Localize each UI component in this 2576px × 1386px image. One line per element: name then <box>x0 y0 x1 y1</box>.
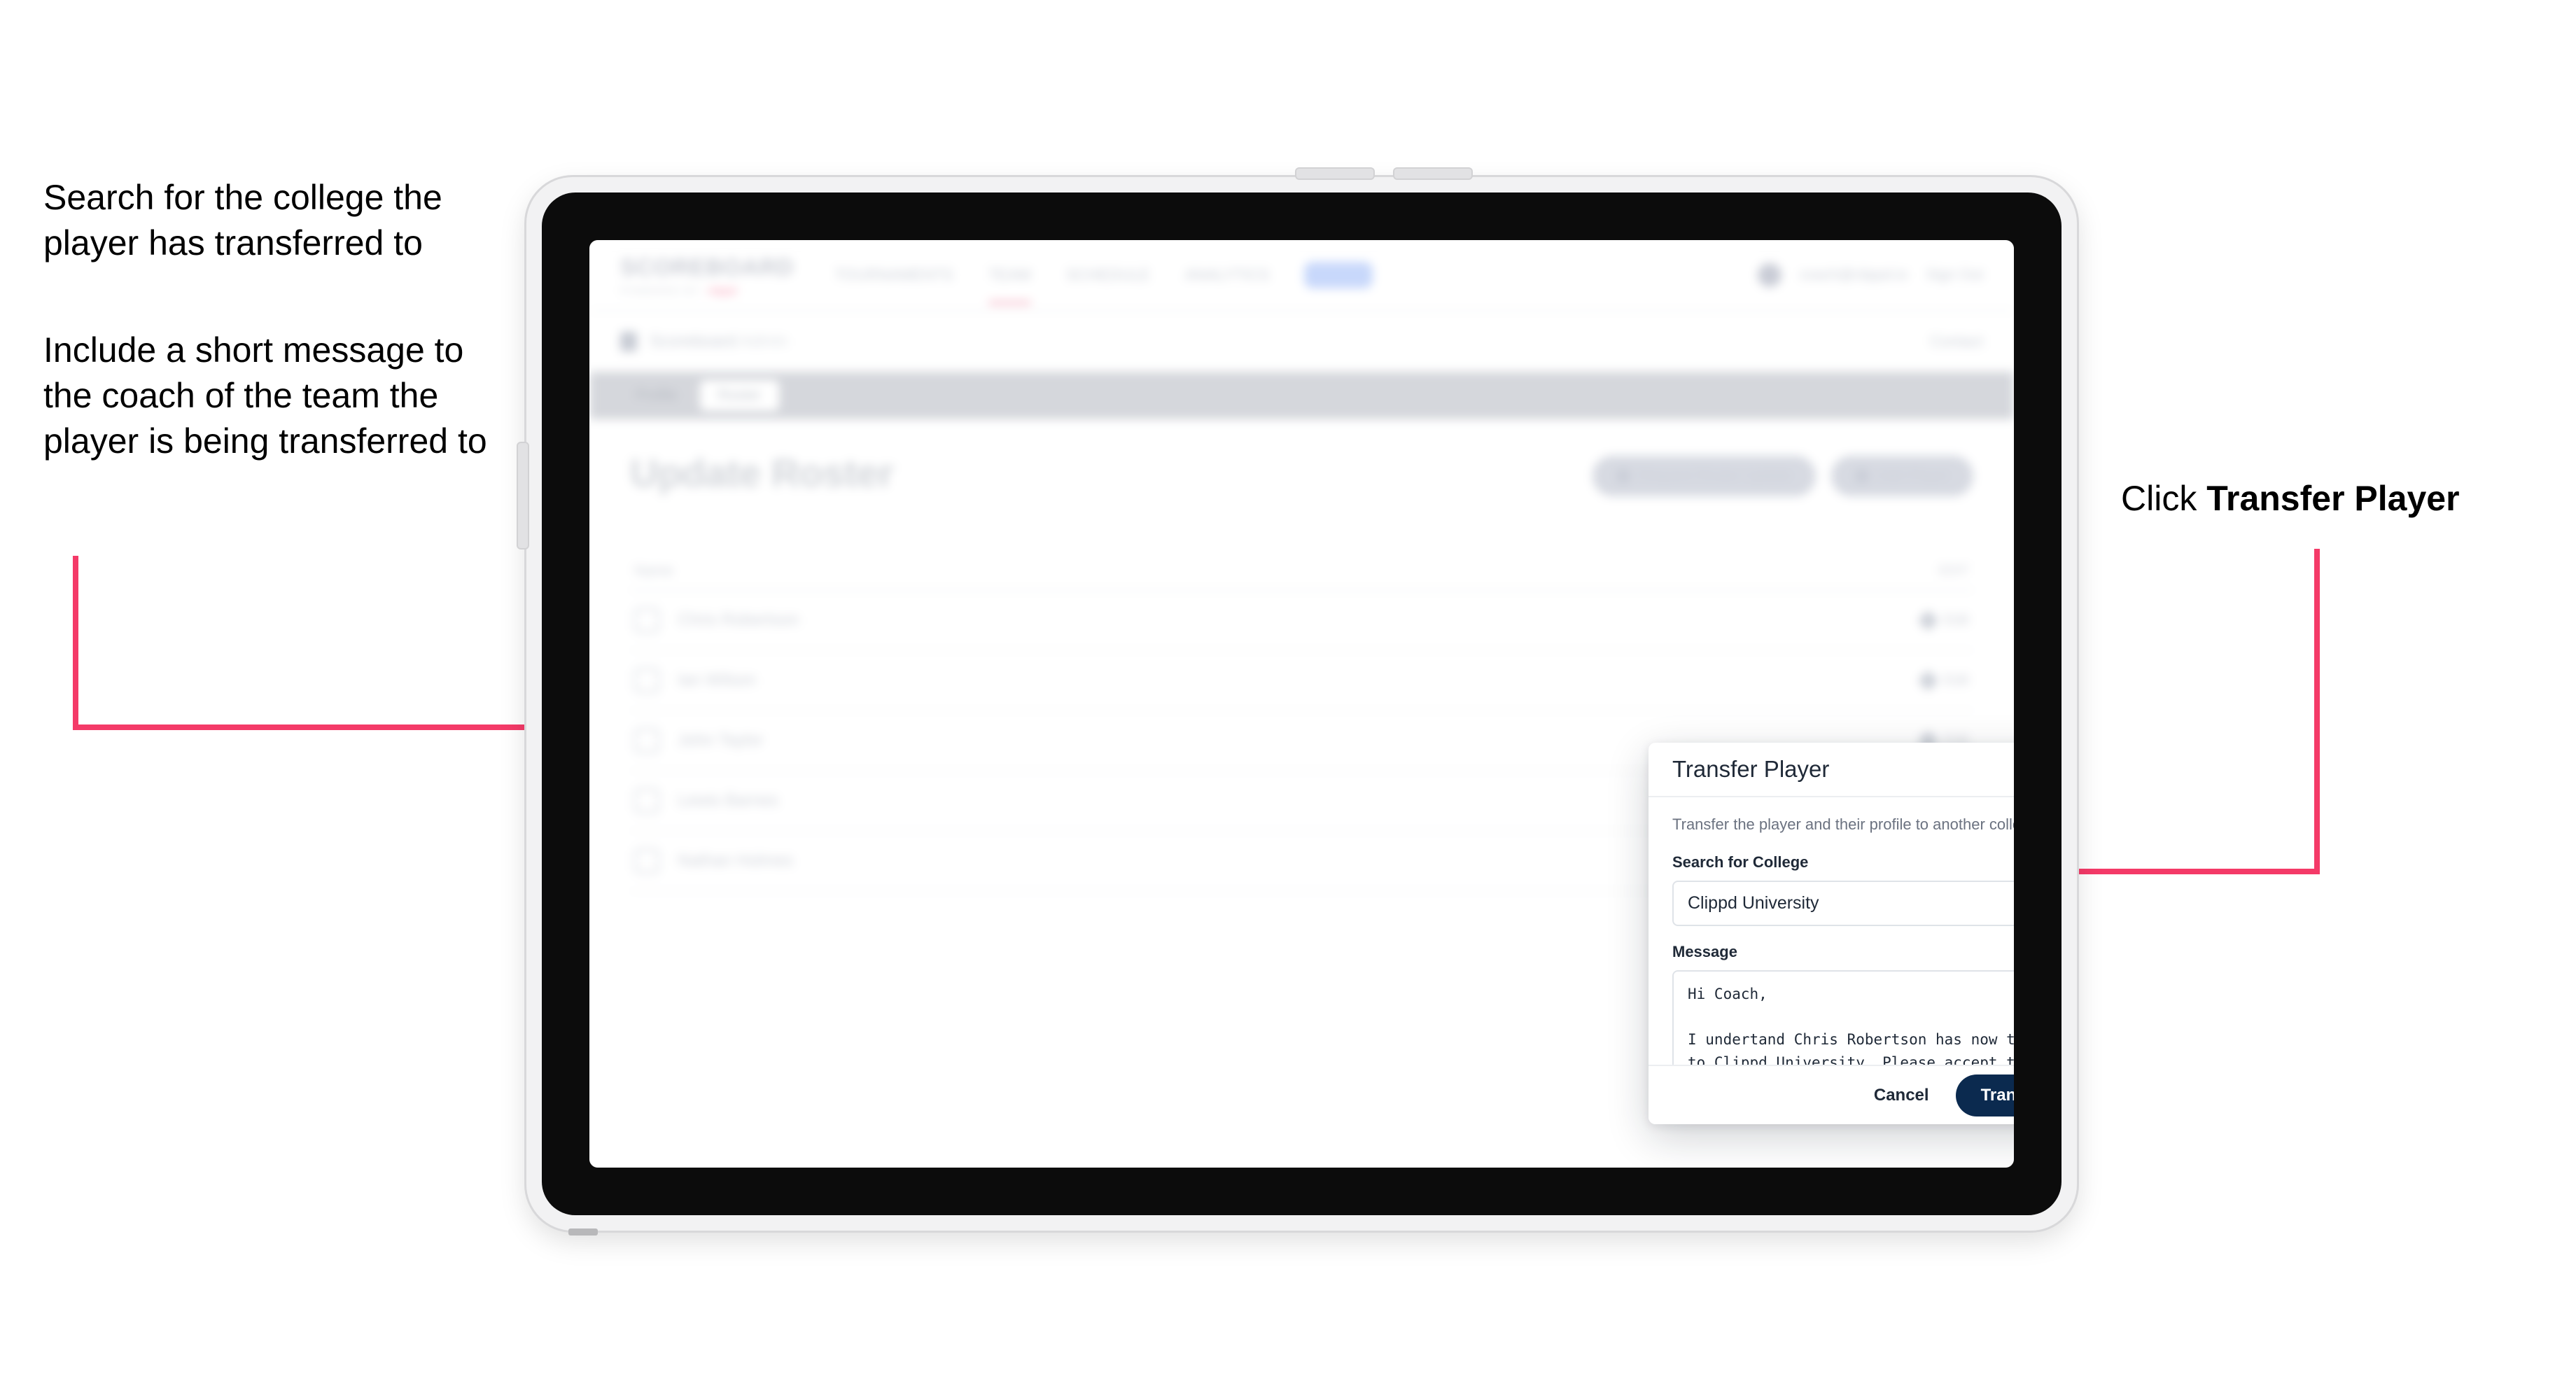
device-bottom-notch <box>568 1228 598 1236</box>
nav-item-analytics[interactable]: ANALYTICS <box>1185 266 1270 284</box>
device-screen: SCOREBOARD POWERED BY clippd TOURNAMENTS… <box>589 240 2014 1168</box>
tab-profile[interactable]: Profile <box>617 380 696 411</box>
annotation-include-message: Include a short message to the coach of … <box>43 330 487 461</box>
nav-item-beta-badge[interactable]: BETA <box>1304 262 1373 288</box>
cancel-button[interactable]: Cancel <box>1867 1080 1936 1111</box>
row-checkbox[interactable] <box>634 848 659 874</box>
topnav-right-group: coach@clippd.io Sign Out <box>1757 263 1983 287</box>
logo-powered-by: POWERED BY <box>620 285 701 296</box>
annotation-search-college: Search for the college the player has tr… <box>43 178 442 262</box>
volume-up-button[interactable] <box>1296 169 1373 178</box>
edit-label: Edit <box>1943 672 1969 688</box>
device-bezel: SCOREBOARD POWERED BY clippd TOURNAMENTS… <box>542 192 2062 1215</box>
transfer-player-button[interactable]: Transfer Player <box>1955 1074 2014 1116</box>
add-player-button[interactable]: Add Player <box>1831 456 1973 496</box>
message-field-label: Message <box>1672 943 1737 960</box>
modal-header: Transfer Player <box>1648 743 2014 797</box>
page-header-actions: Request Roster Update Add Player <box>1592 456 1973 496</box>
transfer-player-modal: Transfer Player Transfer the player and … <box>1648 743 2014 1124</box>
row-checkbox[interactable] <box>634 608 659 633</box>
row-checkbox[interactable] <box>634 728 659 753</box>
tab-bar: Profile Roster <box>589 372 2014 419</box>
breadcrumb: Scoreboard Admin Contact <box>589 310 2014 372</box>
tablet-device-frame: SCOREBOARD POWERED BY clippd TOURNAMENTS… <box>518 169 2077 1236</box>
annotation-click-prefix: Click <box>2121 479 2207 518</box>
plus-icon <box>1855 469 1870 483</box>
logo-subtext: POWERED BY clippd <box>620 285 794 296</box>
table-row[interactable]: Chris Robertson Edit <box>630 591 1973 651</box>
search-college-input[interactable] <box>1672 881 2014 926</box>
annotation-click-bold: Transfer Player <box>2206 479 2460 518</box>
avatar[interactable] <box>1757 263 1782 287</box>
tab-roster[interactable]: Roster <box>699 380 780 411</box>
logo-wordmark: SCOREBOARD <box>620 254 794 280</box>
modal-title: Transfer Player <box>1672 756 1830 782</box>
pencil-icon <box>1917 670 1939 691</box>
annotation-click-transfer: Click Transfer Player <box>2121 476 2569 522</box>
edit-label: Edit <box>1943 612 1969 628</box>
app-logo[interactable]: SCOREBOARD POWERED BY clippd <box>620 254 794 296</box>
request-roster-update-button[interactable]: Request Roster Update <box>1592 456 1816 496</box>
edit-player-button[interactable]: Edit <box>1917 610 1969 631</box>
modal-footer: Cancel Transfer Player <box>1648 1065 2014 1124</box>
table-header-row: Name EDIT <box>630 553 1973 591</box>
nav-item-team[interactable]: TEAM <box>988 266 1032 304</box>
table-row[interactable]: Ian Wilson Edit <box>630 651 1973 711</box>
modal-body: Transfer the player and their profile to… <box>1648 797 2014 1101</box>
modal-description: Transfer the player and their profile to… <box>1672 816 2014 833</box>
breadcrumb-contact-link[interactable]: Contact <box>1930 332 1983 351</box>
player-name: Chris Robertson <box>678 610 799 629</box>
row-checkbox[interactable] <box>634 668 659 693</box>
column-header-edit: EDIT <box>1938 564 1969 578</box>
sign-out-link[interactable]: Sign Out <box>1926 267 1983 284</box>
refresh-icon <box>1616 469 1630 483</box>
power-button[interactable] <box>518 443 528 548</box>
logo-brand: clippd <box>707 285 737 296</box>
nav-item-tournaments[interactable]: TOURNAMENTS <box>834 266 953 284</box>
app-topnav: SCOREBOARD POWERED BY clippd TOURNAMENTS… <box>589 240 2014 310</box>
breadcrumb-secondary: Admin <box>740 332 788 351</box>
column-header-name: Name <box>634 563 674 579</box>
volume-down-button[interactable] <box>1394 169 1471 178</box>
add-player-label: Add Player <box>1877 468 1949 484</box>
player-name: Ian Wilson <box>678 671 757 690</box>
pencil-icon <box>1917 610 1939 631</box>
request-roster-update-label: Request Roster Update <box>1638 468 1793 484</box>
breadcrumb-primary: Scoreboard <box>650 332 737 351</box>
breadcrumb-text[interactable]: Scoreboard Admin <box>650 332 788 351</box>
edit-player-button[interactable]: Edit <box>1917 670 1969 691</box>
nav-item-schedule[interactable]: SCHEDULE <box>1066 266 1150 284</box>
user-email: coach@clippd.io <box>1799 267 1908 283</box>
breadcrumb-icon <box>620 332 637 351</box>
row-checkbox[interactable] <box>634 788 659 813</box>
college-field-label: Search for College <box>1672 853 1809 871</box>
